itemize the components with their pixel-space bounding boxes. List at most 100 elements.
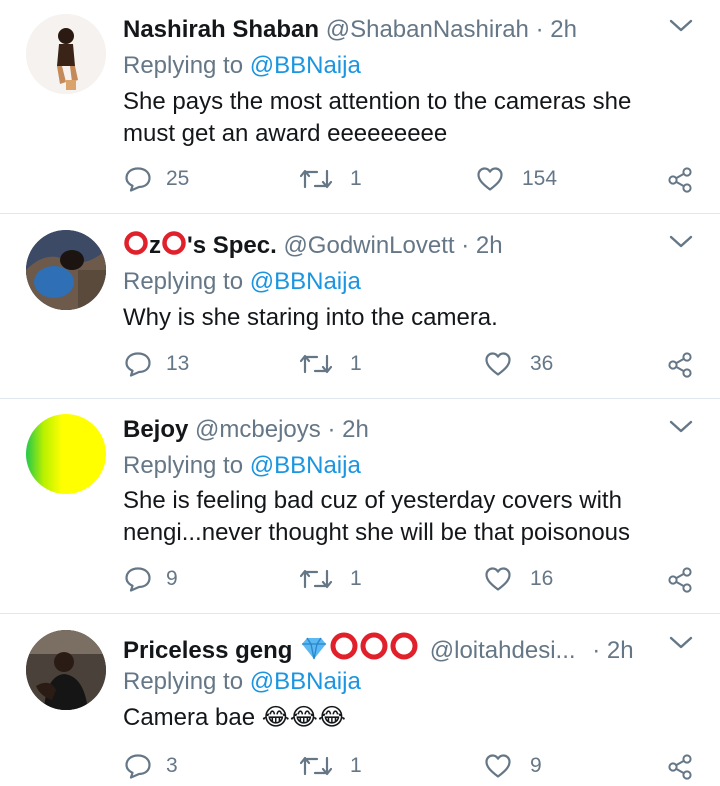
display-name-part: z bbox=[149, 232, 161, 259]
share-icon[interactable] bbox=[666, 166, 694, 194]
replying-prefix: Replying to bbox=[123, 52, 244, 79]
heart-icon bbox=[477, 167, 503, 191]
tweet-text: Camera bae 😂😂😂 bbox=[123, 702, 693, 734]
diamond-emoji bbox=[302, 637, 327, 660]
tweet-text-line: nengi...never thought she will be that p… bbox=[123, 519, 631, 546]
reply-count: 13 bbox=[166, 352, 190, 375]
display-name[interactable]: Nashirah Shaban bbox=[123, 16, 319, 43]
retweet-icon bbox=[300, 169, 332, 189]
tweet-4[interactable]: Priceless geng @loitahdesi... · 2h Reply… bbox=[0, 614, 720, 786]
heart-icon bbox=[485, 754, 511, 778]
mention-link[interactable]: @BBNaija bbox=[250, 668, 361, 695]
display-name-part: 's Spec. bbox=[187, 232, 277, 259]
retweet-icon bbox=[300, 354, 332, 374]
like-button[interactable]: 154 bbox=[476, 166, 557, 192]
share-icon[interactable] bbox=[666, 566, 694, 594]
reply-button[interactable]: 25 bbox=[124, 166, 189, 192]
separator-dot: · bbox=[327, 416, 336, 443]
tweet-1[interactable]: Nashirah Shaban @ShabanNashirah · 2h Rep… bbox=[0, 0, 720, 214]
reply-icon bbox=[125, 167, 151, 192]
retweet-icon bbox=[300, 569, 332, 589]
retweet-count: 1 bbox=[350, 754, 362, 777]
reply-icon bbox=[125, 754, 151, 779]
tweet-text-line: Why is she staring into the camera. bbox=[123, 304, 498, 331]
tweet-text: She is feeling bad cuz of yesterday cove… bbox=[123, 485, 693, 549]
chevron-down-icon[interactable] bbox=[668, 234, 694, 250]
replying-to: Replying to @BBNaija bbox=[123, 667, 361, 697]
retweet-count: 1 bbox=[350, 167, 362, 190]
reply-count: 25 bbox=[166, 167, 190, 190]
user-handle[interactable]: @ShabanNashirah bbox=[326, 16, 529, 43]
timestamp[interactable]: 2h bbox=[607, 637, 634, 664]
chevron-down-icon[interactable] bbox=[668, 18, 694, 34]
red-ring-emoji bbox=[330, 632, 358, 660]
tweet-text: She pays the most attention to the camer… bbox=[123, 86, 693, 150]
chevron-down-icon[interactable] bbox=[668, 419, 694, 435]
avatar[interactable] bbox=[26, 14, 106, 94]
reply-count: 9 bbox=[166, 567, 178, 590]
reply-count: 3 bbox=[166, 754, 178, 777]
replying-to: Replying to @BBNaija bbox=[123, 51, 361, 81]
mention-link[interactable]: @BBNaija bbox=[250, 52, 361, 79]
retweet-icon bbox=[300, 756, 332, 776]
like-button[interactable]: 16 bbox=[484, 566, 553, 592]
heart-icon bbox=[485, 567, 511, 591]
timestamp[interactable]: 2h bbox=[342, 416, 369, 443]
like-count: 154 bbox=[522, 167, 558, 190]
tweet-header: Priceless geng @loitahdesi... · 2h bbox=[123, 631, 634, 666]
like-count: 16 bbox=[530, 567, 554, 590]
retweet-button[interactable]: 1 bbox=[300, 167, 362, 191]
display-name[interactable]: z 's Spec. bbox=[123, 231, 277, 259]
separator-dot: · bbox=[592, 637, 601, 664]
red-ring-emoji bbox=[162, 231, 186, 255]
replying-prefix: Replying to bbox=[123, 452, 244, 479]
like-button[interactable]: 36 bbox=[484, 351, 553, 377]
replying-prefix: Replying to bbox=[123, 668, 244, 695]
retweet-button[interactable]: 1 bbox=[300, 567, 362, 591]
replying-prefix: Replying to bbox=[123, 268, 244, 295]
separator-dot: · bbox=[461, 232, 470, 259]
display-name[interactable]: Priceless geng bbox=[123, 637, 292, 664]
tweet-header: Nashirah Shaban @ShabanNashirah · 2h bbox=[123, 15, 577, 45]
reply-button[interactable]: 9 bbox=[124, 566, 178, 592]
user-handle[interactable]: @mcbejoys bbox=[195, 416, 321, 443]
reply-button[interactable]: 3 bbox=[124, 753, 178, 779]
timestamp[interactable]: 2h bbox=[550, 16, 577, 43]
tweet-text-line: She pays the most attention to the camer… bbox=[123, 88, 632, 115]
red-ring-emoji bbox=[390, 632, 418, 660]
reply-icon bbox=[125, 352, 151, 377]
chevron-down-icon[interactable] bbox=[668, 635, 694, 651]
timestamp[interactable]: 2h bbox=[476, 232, 503, 259]
reply-button[interactable]: 13 bbox=[124, 351, 189, 377]
avatar[interactable] bbox=[26, 230, 106, 310]
tweet-text-line: Camera bae bbox=[123, 704, 256, 731]
like-button[interactable]: 9 bbox=[484, 753, 542, 779]
tweet-header: Bejoy @mcbejoys · 2h bbox=[123, 415, 369, 445]
display-name[interactable]: Bejoy bbox=[123, 416, 188, 443]
retweet-button[interactable]: 1 bbox=[300, 754, 362, 778]
retweet-count: 1 bbox=[350, 567, 362, 590]
reply-icon bbox=[125, 567, 151, 592]
share-icon[interactable] bbox=[666, 753, 694, 781]
tweet-3[interactable]: Bejoy @mcbejoys · 2h Replying to @BBNaij… bbox=[0, 399, 720, 614]
tweet-header: z 's Spec. @GodwinLovett · 2h bbox=[123, 230, 503, 261]
tweet-2[interactable]: z 's Spec. @GodwinLovett · 2h Replying to… bbox=[0, 214, 720, 399]
retweet-button[interactable]: 1 bbox=[300, 352, 362, 376]
laughing-emoji: 😂😂😂 bbox=[261, 704, 346, 731]
red-ring-emoji bbox=[124, 231, 148, 255]
like-count: 36 bbox=[530, 352, 554, 375]
user-handle[interactable]: @GodwinLovett bbox=[283, 232, 454, 259]
separator-dot: · bbox=[535, 16, 544, 43]
avatar[interactable] bbox=[26, 630, 106, 710]
retweet-count: 1 bbox=[350, 352, 362, 375]
mention-link[interactable]: @BBNaija bbox=[250, 452, 361, 479]
tweet-text-line: She is feeling bad cuz of yesterday cove… bbox=[123, 487, 622, 514]
heart-icon bbox=[485, 352, 511, 376]
replying-to: Replying to @BBNaija bbox=[123, 451, 361, 481]
user-handle[interactable]: @loitahdesi... bbox=[430, 637, 576, 664]
mention-link[interactable]: @BBNaija bbox=[250, 268, 361, 295]
like-count: 9 bbox=[530, 754, 542, 777]
avatar[interactable] bbox=[26, 414, 106, 494]
replying-to: Replying to @BBNaija bbox=[123, 267, 361, 297]
share-icon[interactable] bbox=[666, 351, 694, 379]
